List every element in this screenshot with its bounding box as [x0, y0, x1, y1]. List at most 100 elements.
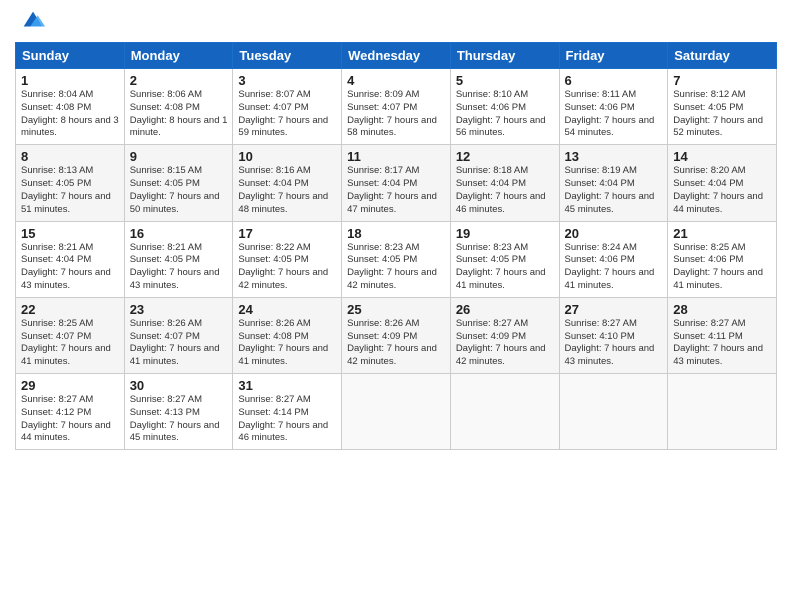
- calendar-cell: 29 Sunrise: 8:27 AMSunset: 4:12 PMDaylig…: [16, 374, 125, 450]
- calendar-cell: 24 Sunrise: 8:26 AMSunset: 4:08 PMDaylig…: [233, 297, 342, 373]
- calendar-cell: 1 Sunrise: 8:04 AMSunset: 4:08 PMDayligh…: [16, 69, 125, 145]
- calendar-cell: 26 Sunrise: 8:27 AMSunset: 4:09 PMDaylig…: [450, 297, 559, 373]
- col-header-friday: Friday: [559, 43, 668, 69]
- cell-day: 4: [347, 73, 445, 88]
- logo: [15, 10, 47, 34]
- cell-info: Sunrise: 8:13 AMSunset: 4:05 PMDaylight:…: [21, 165, 119, 216]
- calendar-cell: 28 Sunrise: 8:27 AMSunset: 4:11 PMDaylig…: [668, 297, 777, 373]
- cell-info: Sunrise: 8:09 AMSunset: 4:07 PMDaylight:…: [347, 89, 445, 140]
- cell-day: 16: [130, 226, 228, 241]
- cell-info: Sunrise: 8:24 AMSunset: 4:06 PMDaylight:…: [565, 242, 663, 293]
- cell-day: 17: [238, 226, 336, 241]
- cell-info: Sunrise: 8:26 AMSunset: 4:08 PMDaylight:…: [238, 318, 336, 369]
- cell-day: 21: [673, 226, 771, 241]
- cell-info: Sunrise: 8:11 AMSunset: 4:06 PMDaylight:…: [565, 89, 663, 140]
- cell-day: 20: [565, 226, 663, 241]
- cell-info: Sunrise: 8:27 AMSunset: 4:12 PMDaylight:…: [21, 394, 119, 445]
- cell-info: Sunrise: 8:25 AMSunset: 4:07 PMDaylight:…: [21, 318, 119, 369]
- calendar-cell: 30 Sunrise: 8:27 AMSunset: 4:13 PMDaylig…: [124, 374, 233, 450]
- logo-icon: [19, 6, 47, 34]
- header: [15, 10, 777, 34]
- cell-day: 8: [21, 149, 119, 164]
- cell-day: 2: [130, 73, 228, 88]
- cell-info: Sunrise: 8:27 AMSunset: 4:14 PMDaylight:…: [238, 394, 336, 445]
- cell-day: 26: [456, 302, 554, 317]
- cell-day: 13: [565, 149, 663, 164]
- calendar-cell: 23 Sunrise: 8:26 AMSunset: 4:07 PMDaylig…: [124, 297, 233, 373]
- cell-day: 11: [347, 149, 445, 164]
- cell-info: Sunrise: 8:26 AMSunset: 4:09 PMDaylight:…: [347, 318, 445, 369]
- cell-info: Sunrise: 8:06 AMSunset: 4:08 PMDaylight:…: [130, 89, 228, 140]
- cell-day: 24: [238, 302, 336, 317]
- cell-info: Sunrise: 8:21 AMSunset: 4:05 PMDaylight:…: [130, 242, 228, 293]
- cell-day: 22: [21, 302, 119, 317]
- calendar-cell: 12 Sunrise: 8:18 AMSunset: 4:04 PMDaylig…: [450, 145, 559, 221]
- calendar: SundayMondayTuesdayWednesdayThursdayFrid…: [15, 42, 777, 450]
- calendar-cell: 10 Sunrise: 8:16 AMSunset: 4:04 PMDaylig…: [233, 145, 342, 221]
- calendar-cell: 18 Sunrise: 8:23 AMSunset: 4:05 PMDaylig…: [342, 221, 451, 297]
- calendar-cell: 3 Sunrise: 8:07 AMSunset: 4:07 PMDayligh…: [233, 69, 342, 145]
- calendar-cell: 21 Sunrise: 8:25 AMSunset: 4:06 PMDaylig…: [668, 221, 777, 297]
- cell-day: 7: [673, 73, 771, 88]
- cell-day: 31: [238, 378, 336, 393]
- calendar-cell: [450, 374, 559, 450]
- cell-info: Sunrise: 8:07 AMSunset: 4:07 PMDaylight:…: [238, 89, 336, 140]
- cell-info: Sunrise: 8:16 AMSunset: 4:04 PMDaylight:…: [238, 165, 336, 216]
- calendar-cell: 11 Sunrise: 8:17 AMSunset: 4:04 PMDaylig…: [342, 145, 451, 221]
- cell-info: Sunrise: 8:15 AMSunset: 4:05 PMDaylight:…: [130, 165, 228, 216]
- cell-day: 12: [456, 149, 554, 164]
- calendar-cell: 7 Sunrise: 8:12 AMSunset: 4:05 PMDayligh…: [668, 69, 777, 145]
- calendar-cell: 19 Sunrise: 8:23 AMSunset: 4:05 PMDaylig…: [450, 221, 559, 297]
- cell-info: Sunrise: 8:23 AMSunset: 4:05 PMDaylight:…: [456, 242, 554, 293]
- cell-day: 15: [21, 226, 119, 241]
- col-header-wednesday: Wednesday: [342, 43, 451, 69]
- cell-info: Sunrise: 8:12 AMSunset: 4:05 PMDaylight:…: [673, 89, 771, 140]
- cell-info: Sunrise: 8:17 AMSunset: 4:04 PMDaylight:…: [347, 165, 445, 216]
- cell-day: 18: [347, 226, 445, 241]
- calendar-cell: 9 Sunrise: 8:15 AMSunset: 4:05 PMDayligh…: [124, 145, 233, 221]
- calendar-cell: 14 Sunrise: 8:20 AMSunset: 4:04 PMDaylig…: [668, 145, 777, 221]
- cell-info: Sunrise: 8:27 AMSunset: 4:11 PMDaylight:…: [673, 318, 771, 369]
- calendar-cell: 20 Sunrise: 8:24 AMSunset: 4:06 PMDaylig…: [559, 221, 668, 297]
- cell-day: 27: [565, 302, 663, 317]
- cell-day: 1: [21, 73, 119, 88]
- col-header-sunday: Sunday: [16, 43, 125, 69]
- cell-day: 9: [130, 149, 228, 164]
- cell-day: 28: [673, 302, 771, 317]
- cell-info: Sunrise: 8:27 AMSunset: 4:09 PMDaylight:…: [456, 318, 554, 369]
- cell-info: Sunrise: 8:26 AMSunset: 4:07 PMDaylight:…: [130, 318, 228, 369]
- cell-info: Sunrise: 8:25 AMSunset: 4:06 PMDaylight:…: [673, 242, 771, 293]
- cell-day: 3: [238, 73, 336, 88]
- col-header-monday: Monday: [124, 43, 233, 69]
- col-header-tuesday: Tuesday: [233, 43, 342, 69]
- calendar-cell: 15 Sunrise: 8:21 AMSunset: 4:04 PMDaylig…: [16, 221, 125, 297]
- cell-day: 5: [456, 73, 554, 88]
- calendar-cell: 13 Sunrise: 8:19 AMSunset: 4:04 PMDaylig…: [559, 145, 668, 221]
- calendar-cell: 5 Sunrise: 8:10 AMSunset: 4:06 PMDayligh…: [450, 69, 559, 145]
- col-header-thursday: Thursday: [450, 43, 559, 69]
- calendar-cell: [559, 374, 668, 450]
- cell-day: 19: [456, 226, 554, 241]
- calendar-cell: 8 Sunrise: 8:13 AMSunset: 4:05 PMDayligh…: [16, 145, 125, 221]
- cell-info: Sunrise: 8:27 AMSunset: 4:13 PMDaylight:…: [130, 394, 228, 445]
- cell-info: Sunrise: 8:04 AMSunset: 4:08 PMDaylight:…: [21, 89, 119, 140]
- col-header-saturday: Saturday: [668, 43, 777, 69]
- cell-day: 25: [347, 302, 445, 317]
- calendar-cell: 25 Sunrise: 8:26 AMSunset: 4:09 PMDaylig…: [342, 297, 451, 373]
- calendar-cell: 4 Sunrise: 8:09 AMSunset: 4:07 PMDayligh…: [342, 69, 451, 145]
- calendar-cell: 27 Sunrise: 8:27 AMSunset: 4:10 PMDaylig…: [559, 297, 668, 373]
- cell-day: 30: [130, 378, 228, 393]
- cell-info: Sunrise: 8:27 AMSunset: 4:10 PMDaylight:…: [565, 318, 663, 369]
- cell-info: Sunrise: 8:10 AMSunset: 4:06 PMDaylight:…: [456, 89, 554, 140]
- calendar-cell: 16 Sunrise: 8:21 AMSunset: 4:05 PMDaylig…: [124, 221, 233, 297]
- cell-info: Sunrise: 8:19 AMSunset: 4:04 PMDaylight:…: [565, 165, 663, 216]
- cell-day: 14: [673, 149, 771, 164]
- cell-info: Sunrise: 8:20 AMSunset: 4:04 PMDaylight:…: [673, 165, 771, 216]
- cell-day: 10: [238, 149, 336, 164]
- cell-info: Sunrise: 8:22 AMSunset: 4:05 PMDaylight:…: [238, 242, 336, 293]
- cell-day: 6: [565, 73, 663, 88]
- calendar-cell: 6 Sunrise: 8:11 AMSunset: 4:06 PMDayligh…: [559, 69, 668, 145]
- cell-day: 23: [130, 302, 228, 317]
- cell-info: Sunrise: 8:23 AMSunset: 4:05 PMDaylight:…: [347, 242, 445, 293]
- calendar-cell: [668, 374, 777, 450]
